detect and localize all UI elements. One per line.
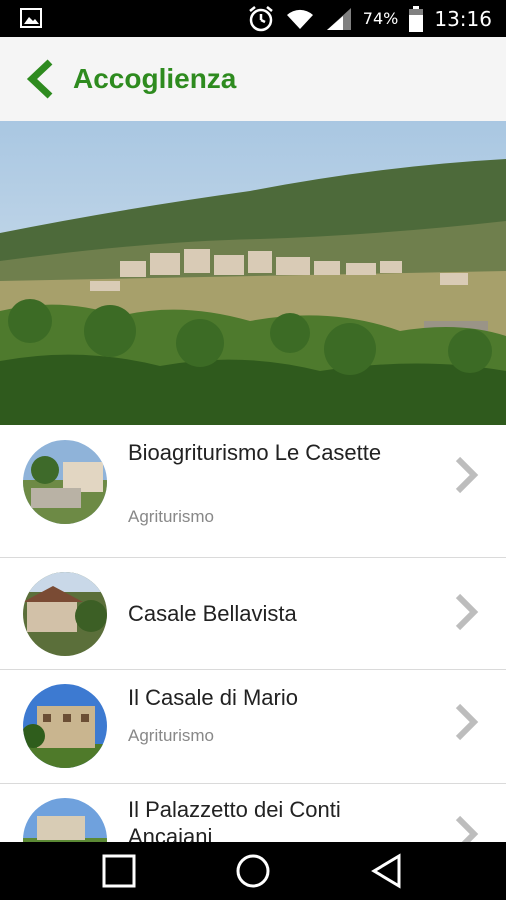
list-item[interactable]: Bioagriturismo Le Casette Agriturismo (0, 425, 506, 558)
back-icon[interactable] (369, 853, 405, 889)
chevron-right-icon (455, 815, 479, 842)
back-chevron-icon[interactable] (24, 59, 56, 99)
item-name: Casale Bellavista (128, 601, 297, 626)
accommodation-list: Bioagriturismo Le Casette Agriturismo Ca… (0, 425, 506, 842)
thumbnail-image (23, 440, 107, 524)
navigation-bar (0, 842, 506, 900)
thumbnail-image (23, 798, 107, 842)
item-name: Il Palazzetto dei Conti Ancaiani (128, 797, 341, 842)
status-bar: 74% 13:16 (0, 0, 506, 37)
page-title: Accoglienza (73, 63, 237, 94)
home-icon[interactable] (235, 853, 271, 889)
battery-icon (409, 5, 424, 32)
signal-icon (326, 7, 351, 30)
battery-percent: 74% (362, 9, 399, 28)
thumbnail-image (23, 572, 107, 656)
app-bar: Accoglienza (0, 37, 506, 122)
item-category: Agriturismo (128, 507, 214, 526)
item-name: Bioagriturismo Le Casette (128, 440, 382, 465)
thumbnail-image (23, 684, 107, 768)
alarm-icon (249, 5, 273, 31)
hero-landscape-image (0, 121, 506, 425)
list-item[interactable]: Il Casale di Mario Agriturismo (0, 670, 506, 784)
clock: 13:16 (434, 6, 492, 31)
image-icon (20, 8, 42, 28)
item-category: Agriturismo (128, 726, 214, 745)
item-name: Il Casale di Mario (128, 685, 298, 710)
list-item[interactable]: Il Palazzetto dei Conti Ancaiani (0, 784, 506, 842)
list-item[interactable]: Casale Bellavista (0, 558, 506, 670)
wifi-icon (286, 9, 313, 29)
recent-apps-icon[interactable] (101, 853, 137, 889)
chevron-right-icon (455, 593, 479, 631)
chevron-right-icon (455, 703, 479, 741)
chevron-right-icon (455, 456, 479, 494)
